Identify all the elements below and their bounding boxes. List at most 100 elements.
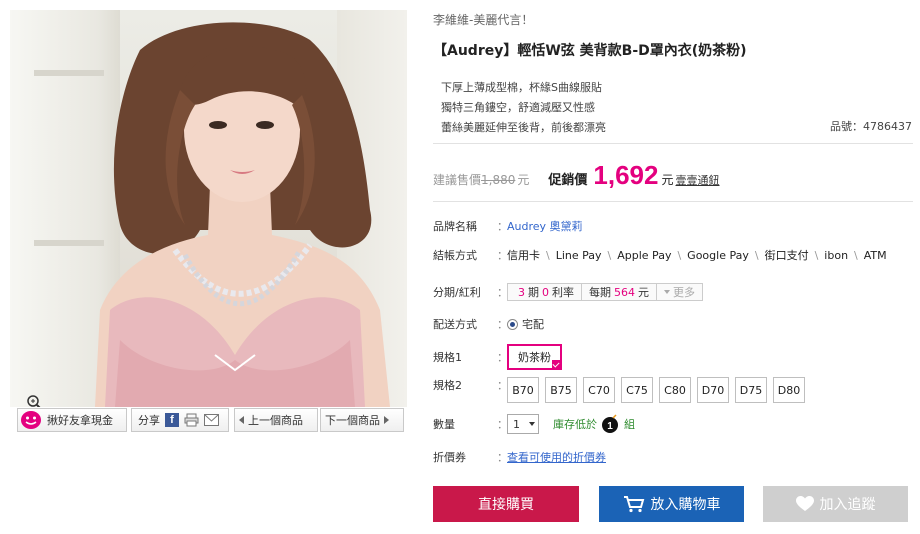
payment-row: 結帳方式 ： 信用卡 \ Line Pay \ Apple Pay \ Goog… (433, 247, 887, 263)
prev-item-button[interactable]: 上一個商品 (234, 408, 318, 432)
rate-unit: 利率 (552, 286, 574, 299)
delivery-radio[interactable] (507, 318, 518, 330)
mail-icon[interactable] (204, 414, 219, 426)
add-to-wishlist-label: 加入追蹤 (819, 497, 876, 513)
spec2-option[interactable]: D80 (773, 377, 805, 403)
spec2-option[interactable]: C80 (659, 377, 691, 403)
promo-price-unit: 元 (661, 173, 674, 187)
quantity-value: 1 (513, 417, 520, 431)
product-info: 李維維-美麗代言！ 【Audrey】輕恬W弦 美背款B-D罩內衣(奶茶粉) 下厚… (433, 0, 920, 534)
stock-prefix: 庫存低於 (553, 418, 597, 431)
payment-method: 信用卡 (507, 249, 540, 262)
brand-link[interactable]: Audrey 奧黛莉 (507, 218, 583, 234)
payment-method: ibon (824, 248, 849, 262)
payment-methods: 信用卡 \ Line Pay \ Apple Pay \ Google Pay … (507, 247, 887, 263)
payment-method: Line Pay (555, 248, 602, 262)
price-row: 建議售價 1,880 元 促銷價 1,692 元 壹壹通鈕 (433, 160, 720, 190)
payment-method: 街口支付 (764, 249, 809, 262)
spec1-option-label: 奶茶粉 (518, 351, 551, 364)
delivery-label: 配送方式 (433, 318, 477, 331)
price-sign-link[interactable]: 壹壹通鈕 (676, 172, 720, 188)
colon: ： (497, 220, 508, 233)
payment-method: ATM (863, 248, 887, 262)
spec2-label: 規格2 (433, 379, 462, 392)
facebook-icon[interactable]: f (165, 413, 179, 427)
feature-item: 下厚上薄成型棉，杯緣S曲線服貼 (441, 81, 602, 94)
colon: ： (497, 318, 508, 331)
spec2-option[interactable]: B75 (545, 377, 577, 403)
separator: \ (677, 248, 682, 262)
add-to-cart-button[interactable]: 放入購物車 (599, 486, 744, 522)
colon: ： (497, 351, 508, 364)
colon: ： (497, 418, 508, 431)
share-friend-button[interactable]: 揪好友拿現金 (17, 408, 127, 432)
next-item-button[interactable]: 下一個商品 (320, 408, 404, 432)
bomb-icon: 1 (602, 414, 618, 433)
monthly-label: 每期 (589, 286, 611, 299)
spec2-option[interactable]: B70 (507, 377, 539, 403)
installment-more-button[interactable]: 更多 (657, 284, 702, 300)
quantity-select[interactable]: 1 (507, 414, 539, 434)
separator: \ (754, 248, 759, 262)
more-label: 更多 (673, 286, 695, 299)
coupon-label: 折價券 (433, 451, 466, 464)
arrow-left-icon (239, 416, 244, 424)
quantity-label: 數量 (433, 418, 455, 431)
spec1-option-selected[interactable]: 奶茶粉 (507, 344, 562, 370)
coupon-link[interactable]: 查看可使用的折價券 (507, 449, 606, 465)
colon: ： (497, 249, 508, 262)
chevron-down-icon (529, 422, 535, 426)
smile-face-icon (21, 411, 41, 429)
stock-notice: 庫存低於 1 組 (553, 414, 635, 434)
monthly-value: 564 (614, 285, 635, 299)
separator: \ (546, 248, 550, 262)
colon: ： (497, 286, 508, 299)
heart-icon (795, 496, 814, 511)
installment-row: 分期/紅利 ： 3 期 0 利率 每期 564 元 更多 (433, 283, 703, 301)
coupon-row: 折價券 ： 查看可使用的折價券 (433, 449, 606, 465)
list-price-label: 建議售價 (433, 173, 482, 187)
spec1-label: 規格1 (433, 351, 462, 364)
separator: \ (607, 248, 612, 262)
product-number-value: 4786437 (863, 120, 912, 133)
delivery-row: 配送方式 ： 宅配 (433, 316, 544, 332)
periods-unit: 期 (528, 286, 539, 299)
product-image[interactable] (10, 10, 407, 407)
arrow-right-icon (384, 416, 389, 424)
spec2-option[interactable]: D70 (697, 377, 729, 403)
periods-value: 3 (518, 285, 525, 299)
divider (433, 201, 913, 202)
spec2-option[interactable]: D75 (735, 377, 767, 403)
feature-list: 下厚上薄成型棉，杯緣S曲線服貼 獨特三角鏤空，舒適減壓又性感 蕾絲美麗延伸至後背… (441, 78, 606, 138)
feature-item: 蕾絲美麗延伸至後背，前後都漂亮 (441, 121, 606, 134)
promo-price-label: 促銷價 (548, 173, 588, 188)
installment-box[interactable]: 3 期 0 利率 每期 564 元 更多 (507, 283, 703, 301)
rate-value: 0 (542, 285, 549, 299)
spec1-row: 規格1 ： 奶茶粉 (433, 344, 568, 370)
divider (433, 143, 913, 144)
separator: \ (814, 248, 819, 262)
payment-method: Google Pay (687, 248, 749, 262)
separator: \ (854, 248, 858, 262)
brand-label: 品牌名稱 (433, 220, 477, 233)
list-price: 1,880 (481, 173, 516, 187)
payment-label: 結帳方式 (433, 249, 477, 262)
share-friend-label: 揪好友拿現金 (47, 414, 113, 427)
add-to-cart-label: 放入購物車 (650, 497, 721, 513)
share-label: 分享 (138, 414, 160, 427)
add-to-wishlist-button[interactable]: 加入追蹤 (763, 486, 908, 522)
spec2-option[interactable]: C75 (621, 377, 653, 403)
product-number: 品號：4786437 (830, 118, 912, 134)
prev-item-label: 上一個商品 (248, 414, 303, 427)
model-illustration (95, 22, 390, 407)
zoom-icon[interactable] (26, 394, 44, 407)
stock-suffix: 組 (624, 418, 635, 431)
print-icon[interactable] (184, 413, 199, 427)
buy-now-button[interactable]: 直接購買 (433, 486, 579, 522)
installment-periods: 3 期 0 利率 (508, 284, 582, 300)
delivery-value: 宅配 (522, 318, 544, 331)
spec2-option[interactable]: C70 (583, 377, 615, 403)
chevron-down-icon (664, 290, 670, 294)
quantity-row: 數量 ： 1 庫存低於 1 組 (433, 414, 635, 434)
installment-label: 分期/紅利 (433, 286, 481, 299)
